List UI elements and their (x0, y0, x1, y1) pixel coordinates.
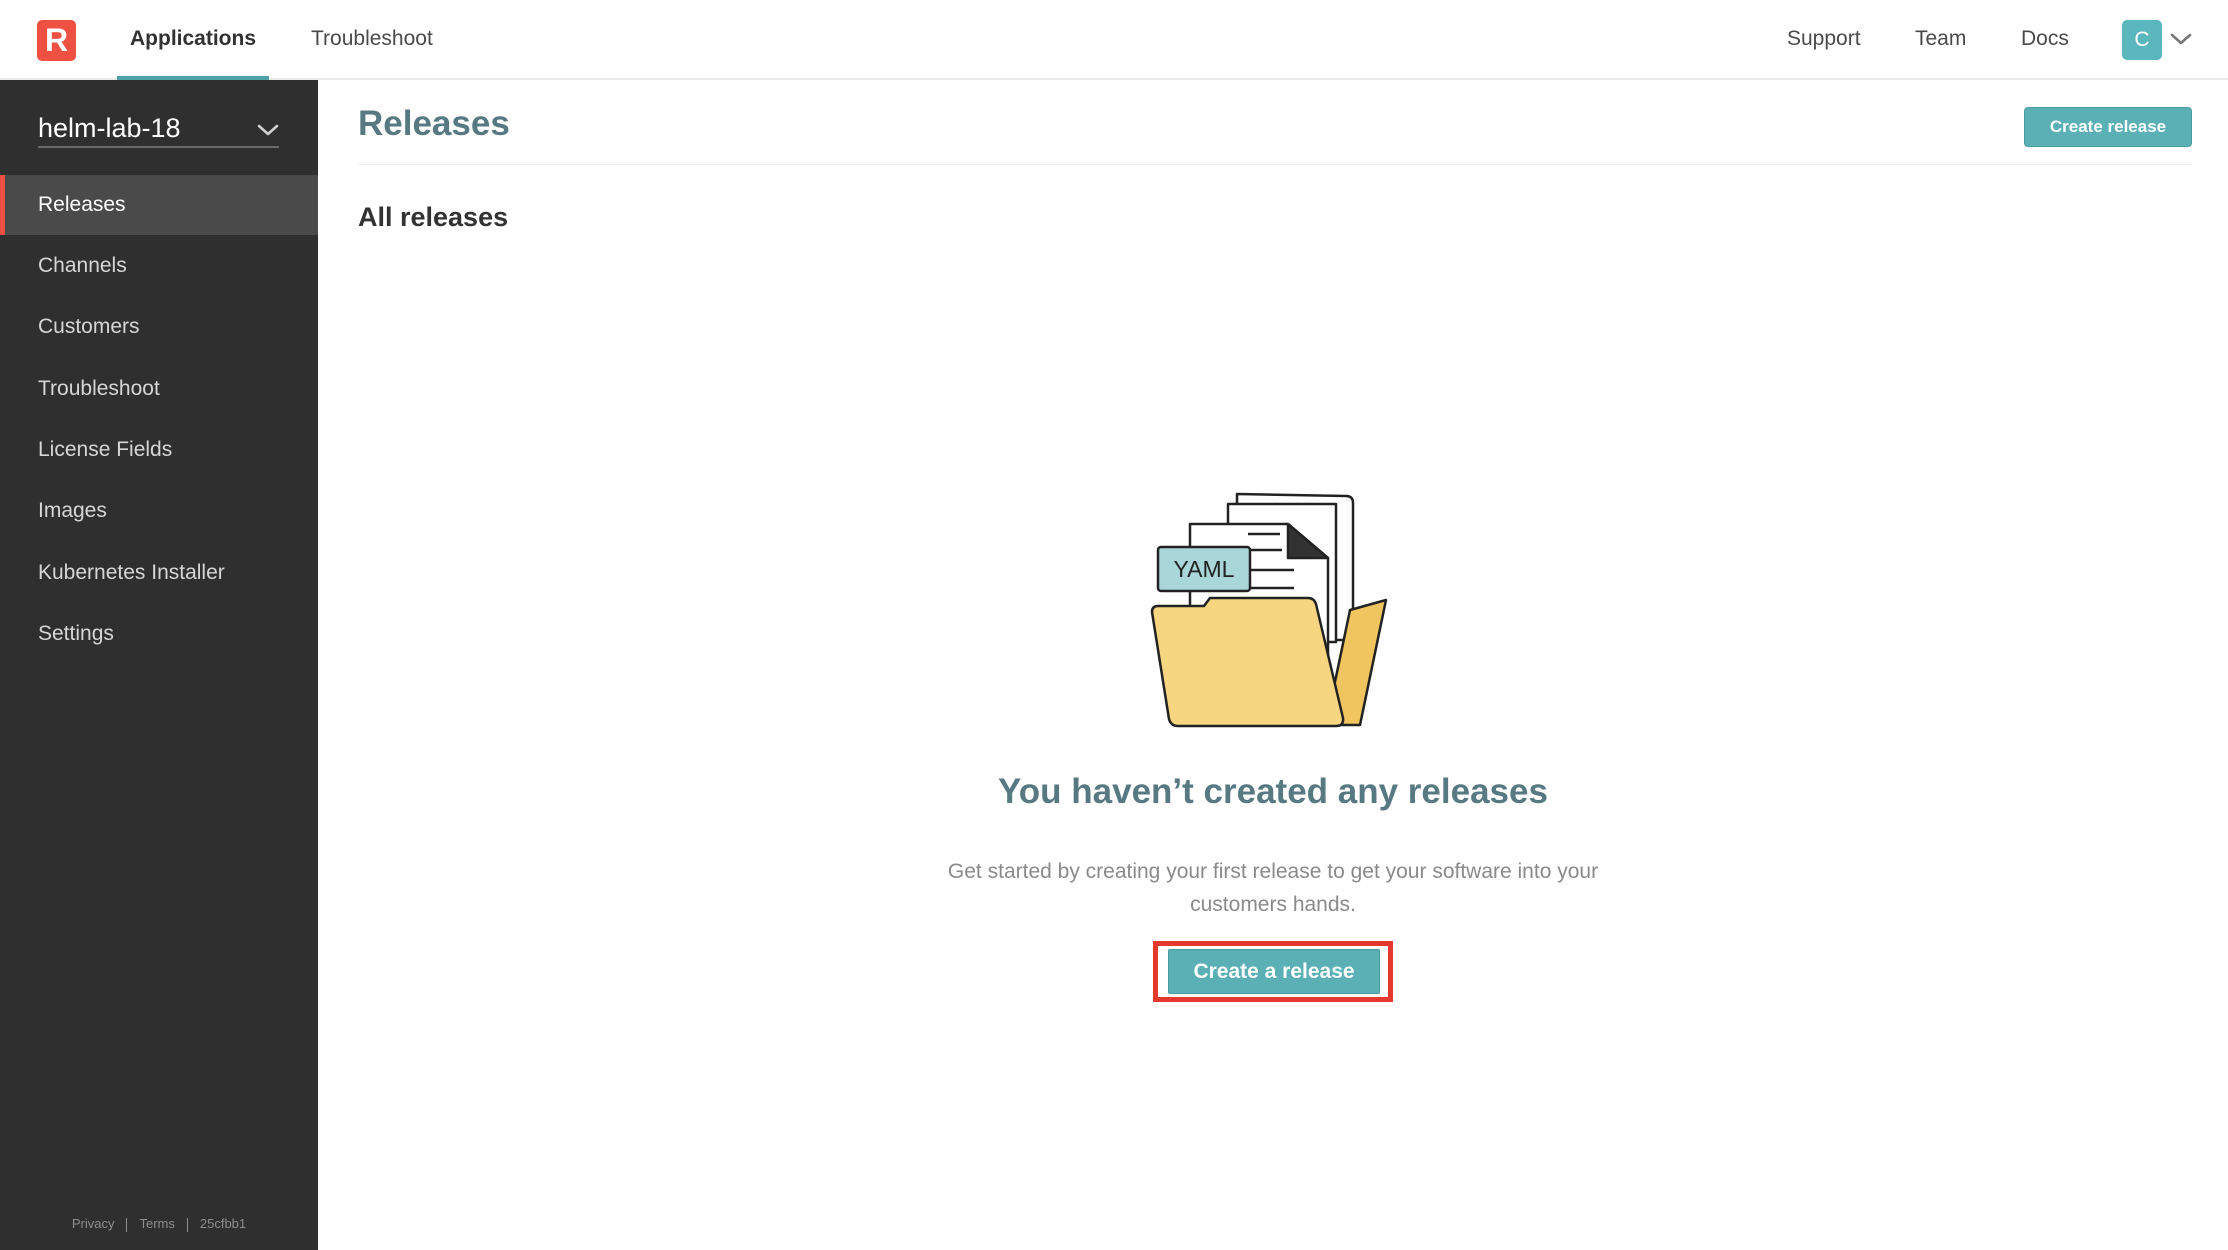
version-label: 25cfbb1 (199, 1216, 247, 1232)
empty-state-title: You haven’t created any releases (998, 772, 1548, 811)
user-avatar[interactable]: C (2122, 20, 2162, 60)
divider (186, 1218, 188, 1232)
divider (126, 1218, 128, 1232)
sidebar-item-license-fields[interactable]: License Fields (0, 420, 318, 480)
create-release-button[interactable]: Create release (2024, 107, 2192, 147)
privacy-link[interactable]: Privacy (72, 1216, 115, 1231)
yaml-badge-label: YAML (1174, 556, 1235, 582)
app-selector[interactable]: helm-lab-18 (38, 110, 279, 148)
nav-docs[interactable]: Docs (2021, 0, 2069, 80)
chevron-down-icon[interactable] (2170, 32, 2192, 46)
chevron-down-icon (257, 124, 279, 136)
app-name: helm-lab-18 (38, 113, 181, 143)
nav-applications[interactable]: Applications (116, 0, 270, 80)
nav-troubleshoot[interactable]: Troubleshoot (311, 0, 433, 80)
main-content: Releases Create release All releases YAM… (318, 80, 2228, 1250)
terms-link[interactable]: Terms (139, 1216, 174, 1231)
section-title: All releases (358, 202, 509, 232)
sidebar-item-channels[interactable]: Channels (0, 236, 318, 296)
folder-yaml-illustration-icon: YAML (1150, 492, 1388, 728)
nav-support[interactable]: Support (1787, 0, 1861, 80)
create-a-release-button[interactable]: Create a release (1168, 949, 1380, 994)
sidebar-item-customers[interactable]: Customers (0, 297, 318, 357)
page-title: Releases (358, 104, 510, 143)
sidebar-item-kubernetes-installer[interactable]: Kubernetes Installer (0, 543, 318, 603)
header-divider (358, 164, 2192, 165)
top-nav: R Applications Troubleshoot Support Team… (0, 0, 2228, 80)
sidebar-item-releases[interactable]: Releases (0, 175, 318, 235)
sidebar-item-settings[interactable]: Settings (0, 604, 318, 664)
nav-team[interactable]: Team (1915, 0, 1966, 80)
sidebar-item-troubleshoot[interactable]: Troubleshoot (0, 359, 318, 419)
empty-state-description: Get started by creating your first relea… (947, 860, 1599, 916)
sidebar: helm-lab-18 Releases Channels Customers … (0, 80, 318, 1250)
sidebar-item-images[interactable]: Images (0, 481, 318, 541)
replicated-logo-icon[interactable]: R (37, 20, 76, 61)
sidebar-footer: Privacy Terms 25cfbb1 (0, 1216, 318, 1232)
